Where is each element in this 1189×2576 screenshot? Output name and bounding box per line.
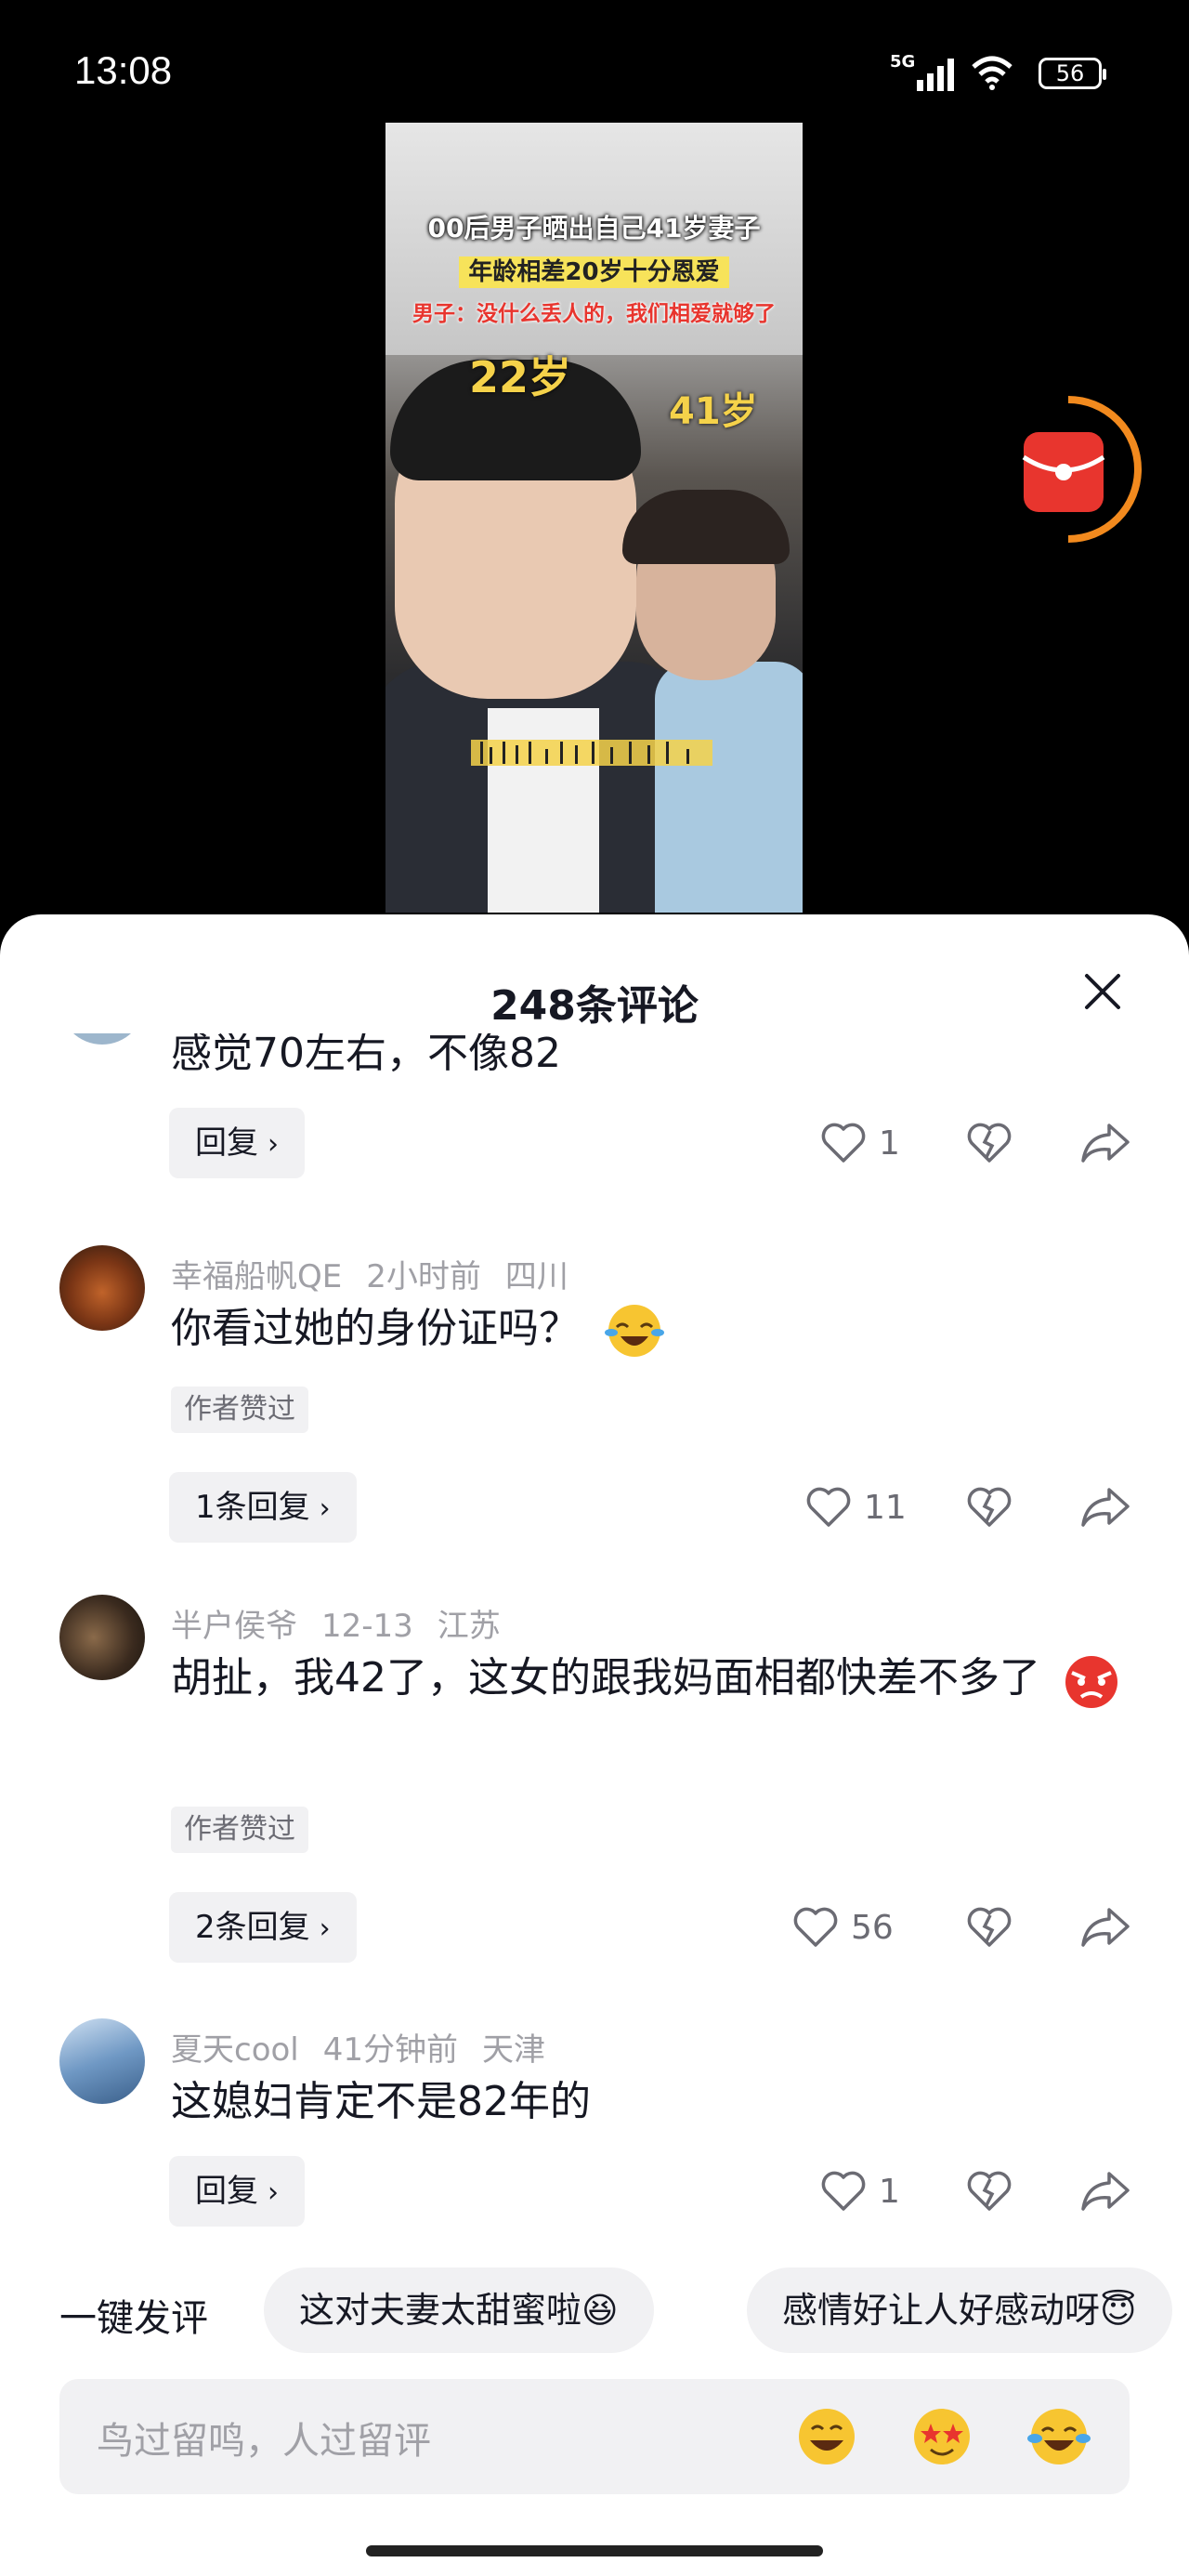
share-icon[interactable] xyxy=(1079,1120,1131,1166)
reply-button[interactable]: 1条回复 › xyxy=(169,1472,357,1543)
star-eyes-emoji-icon[interactable] xyxy=(908,2403,975,2470)
video-player[interactable]: 00后男子晒出自己41岁妻子 年龄相差20岁十分恩爱 男子：没什么丢人的，我们相… xyxy=(385,123,803,913)
avatar[interactable] xyxy=(59,1033,145,1045)
comment-time: 12-13 xyxy=(321,1608,413,1645)
reply-label: 1条回复 xyxy=(195,1489,310,1526)
reply-label: 回复 xyxy=(195,1124,258,1162)
comment-sheet: 248条评论 感觉70左右，不像82 回复 › 1 幸福船帆QE 2小时前 四川 你看… xyxy=(0,914,1189,2576)
username[interactable]: 夏天cool xyxy=(171,2031,299,2069)
like-button[interactable]: 1 xyxy=(821,1115,900,1171)
username[interactable]: 幸福船帆QE xyxy=(171,1258,342,1295)
video-caption-line2: 年龄相差20岁十分恩爱 xyxy=(385,253,803,288)
comment-text-content: 胡扯，我42了，这女的跟我妈面相都快差不多了 xyxy=(171,1654,1040,1702)
age-label-left: 22岁 xyxy=(469,352,572,402)
comment-list[interactable]: 感觉70左右，不像82 回复 › 1 幸福船帆QE 2小时前 四川 你看过她的身份证吗… xyxy=(0,1033,1189,2241)
comment-time: 2小时前 xyxy=(366,1258,481,1295)
quick-comment-chip[interactable]: 感情好让人好感动呀😇 xyxy=(747,2267,1172,2353)
reply-label: 回复 xyxy=(195,2173,258,2210)
heart-icon xyxy=(793,1907,838,1947)
angry-emoji-icon xyxy=(1065,1656,1117,1708)
home-indicator[interactable] xyxy=(366,2545,823,2556)
chevron-right-icon: › xyxy=(319,1492,331,1525)
dislike-icon[interactable] xyxy=(966,1904,1013,1951)
comment-input-placeholder: 鸟过留鸣，人过留评 xyxy=(97,2420,431,2463)
share-icon[interactable] xyxy=(1079,1904,1131,1951)
comment-text: 这媳妇肯定不是82年的 xyxy=(171,2078,591,2125)
video-caption-line1: 00后男子晒出自己41岁妻子 xyxy=(427,213,761,243)
quick-comment-chip[interactable]: 这对夫妻太甜蜜啦😆 xyxy=(264,2267,654,2353)
red-packet-icon[interactable] xyxy=(1013,390,1143,548)
audio-wave-icon xyxy=(471,740,712,766)
chevron-right-icon: › xyxy=(268,1128,279,1161)
chevron-right-icon: › xyxy=(319,1912,331,1945)
avatar[interactable] xyxy=(59,1245,145,1331)
status-bar: 13:08 5G 56 xyxy=(0,0,1189,130)
grinning-emoji-icon[interactable] xyxy=(793,2403,860,2470)
wifi-icon xyxy=(972,56,1013,90)
heart-icon xyxy=(821,1123,866,1163)
network-label: 5G xyxy=(890,52,916,72)
laughing-crying-emoji-icon xyxy=(605,1305,664,1357)
like-button[interactable]: 1 xyxy=(821,2163,900,2219)
comment-meta: 夏天cool 41分钟前 天津 xyxy=(171,2024,569,2070)
comment-meta: 半户侯爷 12-13 江苏 xyxy=(171,1600,525,1646)
like-button[interactable]: 56 xyxy=(793,1899,894,1955)
comment-location: 四川 xyxy=(504,1258,568,1295)
reply-button[interactable]: 回复 › xyxy=(169,2156,305,2227)
username[interactable]: 半户侯爷 xyxy=(171,1608,297,1645)
comment-meta: 幸福船帆QE 2小时前 四川 xyxy=(171,1251,593,1296)
status-time: 13:08 xyxy=(74,48,173,92)
comment-text-content: 你看过她的身份证吗？ xyxy=(171,1305,580,1352)
share-icon[interactable] xyxy=(1079,1484,1131,1531)
age-label-right: 41岁 xyxy=(669,390,758,433)
comment-text: 胡扯，我42了，这女的跟我妈面相都快差不多了 xyxy=(171,1643,1137,1714)
laughing-crying-emoji-icon[interactable] xyxy=(1026,2403,1092,2470)
dislike-icon[interactable] xyxy=(966,1120,1013,1166)
video-caption-line3: 男子：没什么丢人的，我们相爱就够了 xyxy=(412,302,776,326)
comment-count-title: 248条评论 xyxy=(490,982,699,1030)
reply-button[interactable]: 回复 › xyxy=(169,1108,305,1178)
avatar[interactable] xyxy=(59,1595,145,1680)
comment-text: 你看过她的身份证吗？ xyxy=(171,1294,1137,1364)
close-icon[interactable] xyxy=(1079,968,1126,1015)
heart-icon xyxy=(821,2171,866,2211)
chevron-right-icon: › xyxy=(268,2176,279,2209)
video-caption-line2-text: 年龄相差20岁十分恩爱 xyxy=(459,256,729,288)
like-button[interactable]: 11 xyxy=(806,1479,907,1535)
like-count: 1 xyxy=(879,2172,900,2211)
like-count: 1 xyxy=(879,1124,900,1163)
comment-location: 天津 xyxy=(482,2031,546,2069)
comment-time: 41分钟前 xyxy=(322,2031,459,2069)
author-liked-badge: 作者赞过 xyxy=(171,1807,308,1853)
comment-input[interactable]: 鸟过留鸣，人过留评 xyxy=(59,2379,1130,2494)
signal-icon xyxy=(917,59,954,91)
video-person2-body xyxy=(655,662,803,913)
dislike-icon[interactable] xyxy=(966,1484,1013,1531)
quick-comment-bar: 一键发评 这对夫妻太甜蜜啦😆 感情好让人好感动呀😇 xyxy=(0,2267,1189,2357)
author-liked-badge: 作者赞过 xyxy=(171,1387,308,1433)
battery-indicator: 56 xyxy=(1039,58,1106,89)
dislike-icon[interactable] xyxy=(966,2168,1013,2215)
share-icon[interactable] xyxy=(1079,2168,1131,2215)
reply-button[interactable]: 2条回复 › xyxy=(169,1892,357,1963)
like-count: 11 xyxy=(864,1488,907,1527)
comment-text: 感觉70左右，不像82 xyxy=(171,1033,561,1077)
reply-label: 2条回复 xyxy=(195,1909,310,1946)
like-count: 56 xyxy=(851,1908,894,1947)
comment-location: 江苏 xyxy=(437,1608,501,1645)
quick-comment-label: 一键发评 xyxy=(59,2297,208,2340)
avatar[interactable] xyxy=(59,2018,145,2104)
heart-icon xyxy=(806,1487,851,1527)
video-person2-hair xyxy=(622,490,790,564)
